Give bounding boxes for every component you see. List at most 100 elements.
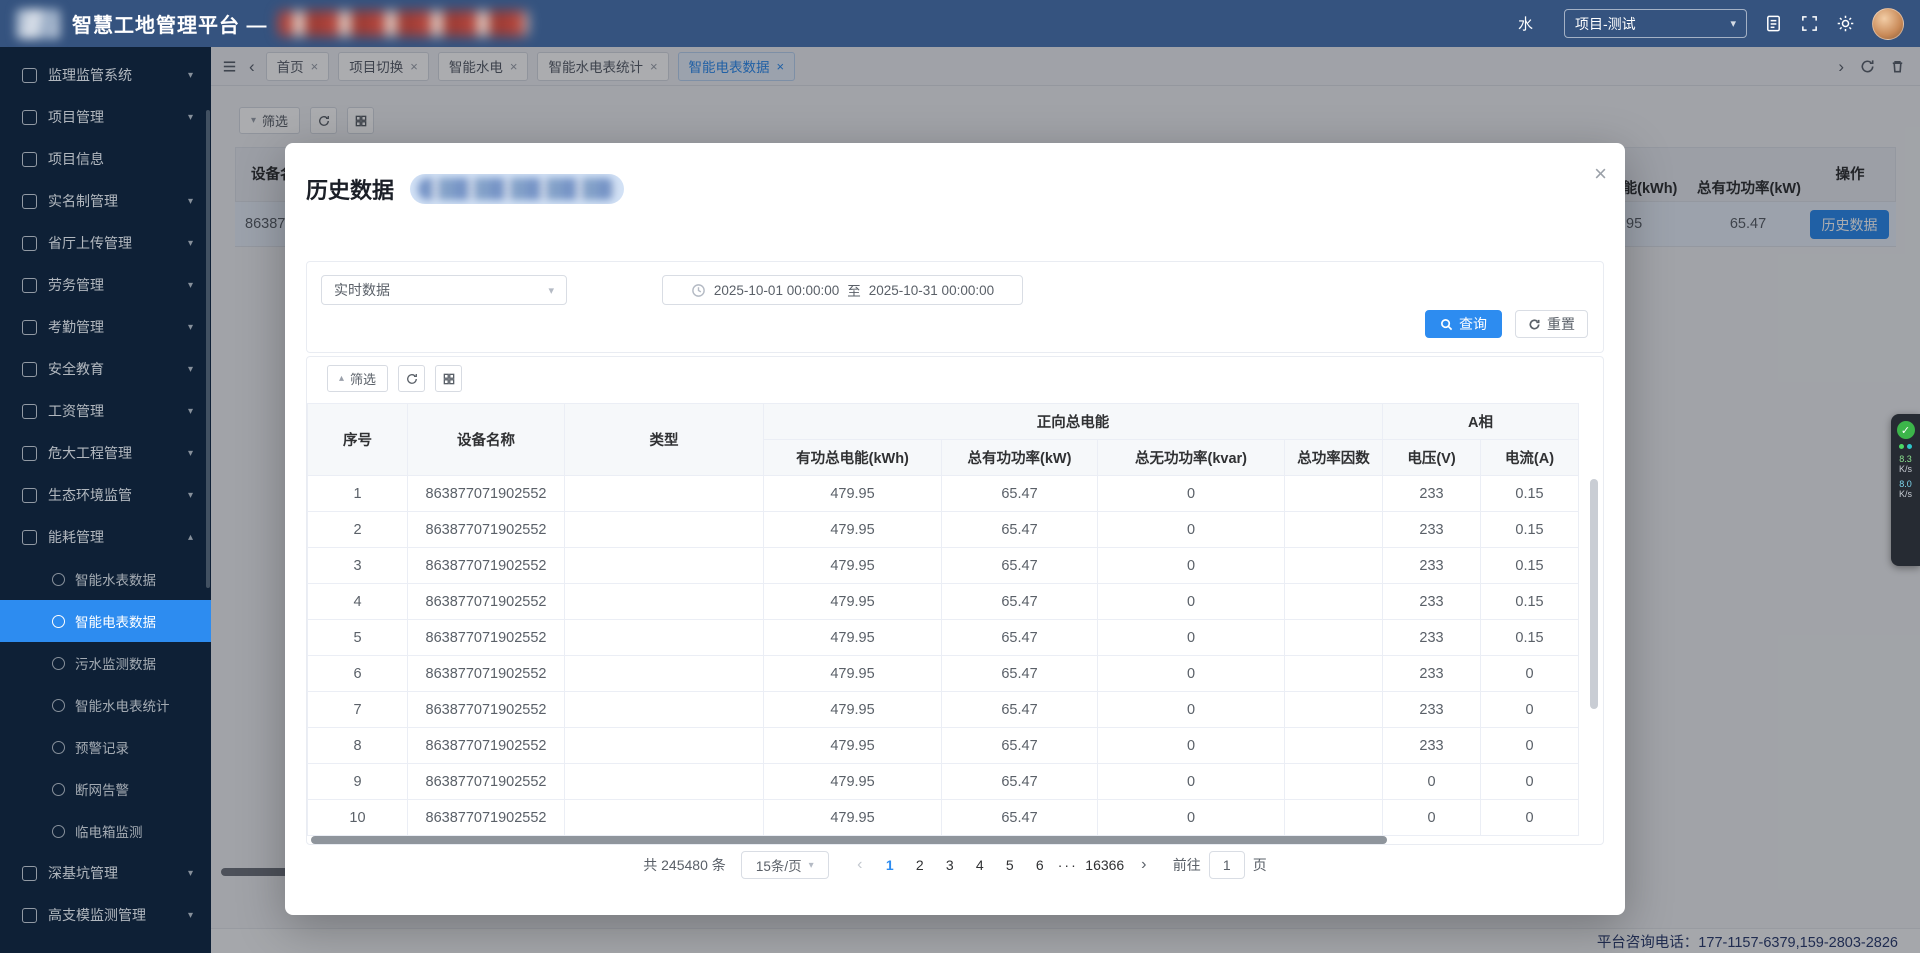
sidebar-item[interactable]: 深基坑管理▾	[0, 852, 211, 894]
refresh-icon	[1528, 318, 1541, 331]
table-cell-seq: 7	[308, 692, 408, 728]
sidebar-item[interactable]: 高支模监测管理▾	[0, 894, 211, 936]
redacted-device-badge	[410, 174, 624, 204]
col-group-forward-energy: 正向总电能	[764, 404, 1383, 440]
goto-unit-label: 页	[1253, 855, 1267, 875]
danger-project-icon	[22, 446, 37, 461]
table-cell-factor	[1285, 476, 1383, 512]
sidebar-item[interactable]: 生态环境监管▾	[0, 474, 211, 516]
table-row: 1863877071902552479.9565.4702330.15	[308, 476, 1579, 512]
table-cell-kwh: 479.95	[764, 584, 942, 620]
sidebar-item[interactable]: 安全教育▾	[0, 348, 211, 390]
sidebar-item[interactable]: 实名制管理▾	[0, 180, 211, 222]
chevron-down-icon: ▾	[182, 868, 193, 879]
sidebar-subitem[interactable]: 智能电表数据	[0, 600, 211, 642]
sidebar-item-label: 监理监管系统	[48, 65, 132, 85]
table-cell-current: 0	[1481, 656, 1579, 692]
data-type-select[interactable]: 实时数据 ▾	[321, 275, 567, 305]
net-speed-widget[interactable]: ✓ 8.3K/s 8.0K/s	[1891, 414, 1920, 566]
goto-page: 前往 页	[1173, 851, 1267, 879]
sidebar-item[interactable]: 项目信息	[0, 138, 211, 180]
col-group-phase-a: A相	[1383, 404, 1579, 440]
filter-buttons: 查询 重置	[1425, 310, 1588, 338]
history-table-head: 序号 设备名称 类型 正向总电能 A相 有功总电能(kWh) 总有功功率(kW)…	[308, 404, 1579, 476]
chevron-down-icon: ▾	[182, 448, 193, 459]
chevron-down-icon: ▾	[182, 322, 193, 333]
filter-toggle-button[interactable]: ▴ 筛选	[327, 365, 388, 392]
sidebar-subitem-label: 智能水电表统计	[75, 695, 170, 715]
project-select-value: 项目-测试	[1575, 14, 1636, 34]
col-type: 类型	[565, 404, 764, 476]
table-cell-device: 863877071902552	[408, 620, 565, 656]
fullscreen-icon[interactable]	[1800, 14, 1819, 33]
last-page-button[interactable]: 16366	[1081, 851, 1129, 879]
next-page-button[interactable]: ›	[1129, 851, 1159, 879]
sidebar-item[interactable]: 项目管理▾	[0, 96, 211, 138]
sidebar-subitem[interactable]: 临电箱监测	[0, 810, 211, 852]
submenu-dot-icon	[52, 699, 65, 712]
goto-page-input[interactable]	[1209, 851, 1245, 879]
table-cell-kvar: 0	[1098, 728, 1285, 764]
project-select[interactable]: 项目-测试 ▾	[1564, 9, 1747, 38]
sidebar-item-label: 生态环境监管	[48, 485, 132, 505]
history-table: 序号 设备名称 类型 正向总电能 A相 有功总电能(kWh) 总有功功率(kW)…	[307, 403, 1579, 836]
submenu-dot-icon	[52, 657, 65, 670]
sidebar-item[interactable]: 考勤管理▾	[0, 306, 211, 348]
table-cell-current: 0.15	[1481, 584, 1579, 620]
sidebar-item[interactable]: 工资管理▾	[0, 390, 211, 432]
table-vertical-scrollbar[interactable]	[1590, 479, 1598, 709]
sidebar-item[interactable]: 劳务管理▾	[0, 264, 211, 306]
sidebar-scrollbar[interactable]	[206, 110, 210, 588]
prev-page-button[interactable]: ‹	[845, 851, 875, 879]
table-cell-factor	[1285, 548, 1383, 584]
page-number-button[interactable]: 2	[905, 851, 935, 879]
page-number-button[interactable]: 4	[965, 851, 995, 879]
sidebar-subitem[interactable]: 智能水电表统计	[0, 684, 211, 726]
table-cell-factor	[1285, 692, 1383, 728]
sidebar-item[interactable]: 监理监管系统▾	[0, 54, 211, 96]
table-row: 7863877071902552479.9565.4702330	[308, 692, 1579, 728]
sidebar-item[interactable]: 危大工程管理▾	[0, 432, 211, 474]
table-row: 5863877071902552479.9565.4702330.15	[308, 620, 1579, 656]
sidebar-item[interactable]: 能耗管理▴	[0, 516, 211, 558]
chevron-down-icon: ▾	[182, 910, 193, 921]
sidebar-item-label: 省厅上传管理	[48, 233, 132, 253]
table-cell-voltage: 233	[1383, 620, 1481, 656]
table-refresh-button[interactable]	[398, 365, 425, 392]
page-size-select[interactable]: 15条/页 ▾	[741, 851, 829, 879]
app-title: 智慧工地管理平台 —	[72, 9, 268, 38]
redacted-text	[418, 178, 616, 200]
pagination-ellipsis[interactable]: ···	[1055, 851, 1081, 879]
page-number-button[interactable]: 6	[1025, 851, 1055, 879]
sidebar-item[interactable]: 省厅上传管理▾	[0, 222, 211, 264]
grid-icon	[442, 372, 456, 386]
table-cell-kwh: 479.95	[764, 476, 942, 512]
page-number-button[interactable]: 3	[935, 851, 965, 879]
page-number-button[interactable]: 5	[995, 851, 1025, 879]
sidebar-subitem[interactable]: 预警记录	[0, 726, 211, 768]
close-icon[interactable]: ×	[1594, 163, 1607, 185]
table-horizontal-scrollbar[interactable]	[311, 836, 1387, 844]
labor-icon	[22, 278, 37, 293]
page-number-list: 123456	[875, 851, 1055, 879]
search-button[interactable]: 查询	[1425, 310, 1502, 338]
upload-speed: 8.3K/s	[1899, 454, 1912, 474]
page-number-button[interactable]: 1	[875, 851, 905, 879]
sidebar-subitem[interactable]: 断网告警	[0, 768, 211, 810]
gear-icon[interactable]	[1836, 14, 1855, 33]
table-cell-device: 863877071902552	[408, 584, 565, 620]
table-columns-button[interactable]	[435, 365, 462, 392]
date-range-picker[interactable]: 2025-10-01 00:00:00 至 2025-10-31 00:00:0…	[662, 275, 1023, 305]
sidebar-subitem[interactable]: 污水监测数据	[0, 642, 211, 684]
submenu-dot-icon	[52, 615, 65, 628]
data-type-value: 实时数据	[334, 280, 390, 300]
table-cell-current: 0.15	[1481, 512, 1579, 548]
chevron-down-icon: ▾	[182, 112, 193, 123]
user-avatar[interactable]	[1872, 8, 1904, 40]
reset-button[interactable]: 重置	[1515, 310, 1588, 338]
chevron-down-icon: ▾	[548, 284, 554, 297]
energy-icon	[22, 530, 37, 545]
table-cell-factor	[1285, 512, 1383, 548]
sidebar-subitem[interactable]: 智能水表数据	[0, 558, 211, 600]
document-icon[interactable]	[1764, 14, 1783, 33]
